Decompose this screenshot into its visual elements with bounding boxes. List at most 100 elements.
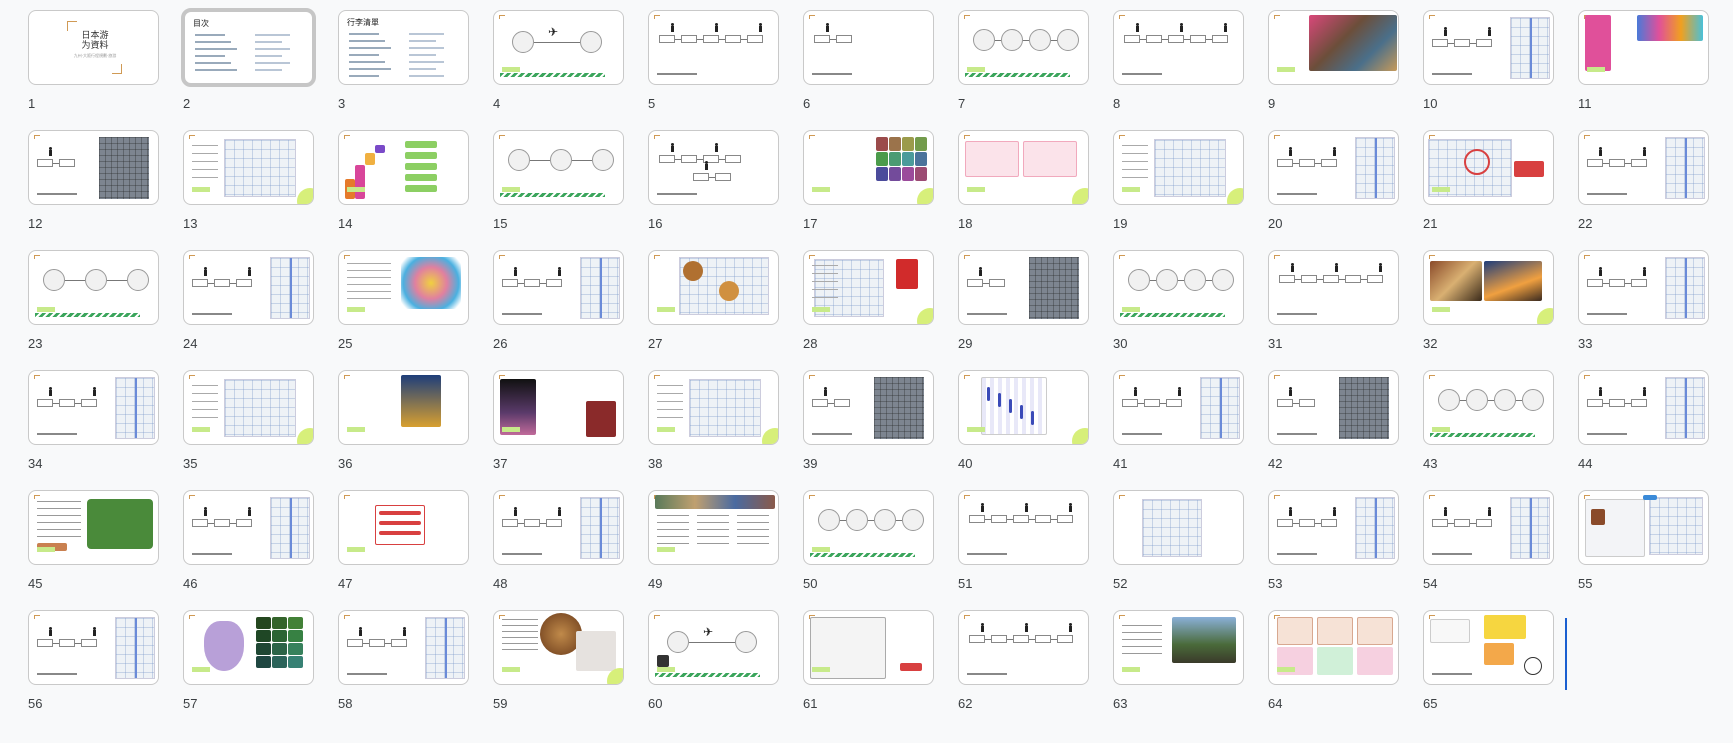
- slide-number: 9: [1268, 96, 1276, 111]
- slide-thumbnail[interactable]: [493, 490, 624, 565]
- slide-thumbnail[interactable]: [1423, 610, 1554, 685]
- map-image: [1510, 17, 1550, 79]
- logo-mark: [964, 135, 970, 139]
- slide-thumbnail[interactable]: [803, 610, 934, 685]
- map-image: [1142, 499, 1202, 557]
- slide-thumbnail[interactable]: [338, 250, 469, 325]
- slide-thumbnail[interactable]: [28, 610, 159, 685]
- slide-thumbnail[interactable]: [183, 250, 314, 325]
- flight-line: [689, 642, 735, 643]
- slide-thumbnail[interactable]: 日本游 为資料 九州·大阪行程規劃·旅游: [28, 10, 159, 85]
- route-stop-box: [1057, 515, 1073, 523]
- slide-thumbnail[interactable]: [338, 610, 469, 685]
- footer-label: [192, 187, 210, 192]
- slide-thumbnail[interactable]: [28, 370, 159, 445]
- slide-thumbnail[interactable]: [803, 10, 934, 85]
- slide-thumbnail[interactable]: [493, 130, 624, 205]
- slide-thumbnail[interactable]: [648, 130, 779, 205]
- slide-thumbnail[interactable]: [1268, 10, 1399, 85]
- slide-thumbnail[interactable]: ✈: [493, 10, 624, 85]
- slide-thumbnail[interactable]: [1113, 250, 1244, 325]
- slide-thumbnail[interactable]: [648, 490, 779, 565]
- destination-node: [735, 631, 757, 653]
- note-line: [812, 289, 838, 290]
- slide-thumbnail[interactable]: [958, 370, 1089, 445]
- route-stop-box: [1013, 515, 1029, 523]
- walk-icon: [714, 143, 719, 152]
- slide-thumbnail[interactable]: [1423, 490, 1554, 565]
- slide-thumbnail[interactable]: [1423, 130, 1554, 205]
- photo-tile: [902, 137, 914, 151]
- slide-thumbnail[interactable]: [1578, 250, 1709, 325]
- slide-thumbnail[interactable]: [493, 370, 624, 445]
- slide-thumbnail[interactable]: [183, 490, 314, 565]
- slide-title: 日本游 为資料: [81, 31, 109, 51]
- slide-thumbnail[interactable]: [183, 610, 314, 685]
- slide-thumbnail[interactable]: [338, 370, 469, 445]
- slide-thumbnail[interactable]: [648, 370, 779, 445]
- slide-thumbnail[interactable]: [28, 250, 159, 325]
- slide-thumbnail[interactable]: [803, 490, 934, 565]
- slide-thumbnail[interactable]: 目次: [181, 8, 316, 87]
- slide-number: 55: [1578, 576, 1593, 591]
- route-stop-box: [502, 519, 518, 527]
- slide-cell: 14: [338, 130, 469, 250]
- slide-thumbnail[interactable]: [493, 250, 624, 325]
- slide-thumbnail[interactable]: [958, 130, 1089, 205]
- slide-thumbnail[interactable]: [183, 130, 314, 205]
- slide-thumbnail[interactable]: 行李清單: [338, 10, 469, 85]
- slide-thumbnail[interactable]: [1268, 250, 1399, 325]
- slide-thumbnail[interactable]: [803, 130, 934, 205]
- slide-thumbnail[interactable]: [28, 490, 159, 565]
- slide-cell: 8: [1113, 10, 1244, 130]
- slide-thumbnail[interactable]: [1578, 490, 1709, 565]
- slide-thumbnail[interactable]: ✈: [648, 610, 779, 685]
- route-stop-box: [725, 35, 741, 43]
- origin-node: [512, 31, 534, 53]
- slide-thumbnail[interactable]: [958, 490, 1089, 565]
- slide-thumbnail[interactable]: [28, 130, 159, 205]
- walk-icon: [1024, 623, 1029, 632]
- slide-caption: [1122, 433, 1162, 435]
- slide-thumbnail[interactable]: [1113, 370, 1244, 445]
- slide-thumbnail[interactable]: [958, 10, 1089, 85]
- route-stop-box: [1587, 399, 1603, 407]
- slide-thumbnail[interactable]: [1423, 10, 1554, 85]
- route-stop-box: [1144, 399, 1160, 407]
- slide-thumbnail[interactable]: [1578, 10, 1709, 85]
- slide-thumbnail[interactable]: [648, 10, 779, 85]
- web-photo: [1591, 509, 1605, 525]
- plane-icon: ✈: [548, 25, 559, 39]
- slide-thumbnail[interactable]: [648, 250, 779, 325]
- toc-entry: [195, 41, 231, 43]
- slide-thumbnail[interactable]: [1113, 610, 1244, 685]
- slide-thumbnail[interactable]: [1113, 130, 1244, 205]
- timetable-mark: [1031, 411, 1034, 425]
- slide-thumbnail[interactable]: [338, 490, 469, 565]
- footer-label: [192, 427, 210, 432]
- slide-thumbnail[interactable]: [1578, 370, 1709, 445]
- slide-thumbnail[interactable]: [338, 130, 469, 205]
- route-stop-box: [1166, 399, 1182, 407]
- slide-thumbnail[interactable]: [493, 610, 624, 685]
- route-stop-box: [546, 279, 562, 287]
- slide-thumbnail[interactable]: [1113, 490, 1244, 565]
- slide-thumbnail[interactable]: [1423, 370, 1554, 445]
- slide-thumbnail[interactable]: [183, 370, 314, 445]
- slide-thumbnail[interactable]: [803, 250, 934, 325]
- slide-thumbnail[interactable]: [1578, 130, 1709, 205]
- slide-thumbnail[interactable]: [1268, 490, 1399, 565]
- slide-thumbnail[interactable]: [1268, 610, 1399, 685]
- slide-thumbnail[interactable]: [958, 250, 1089, 325]
- slide-thumbnail[interactable]: [1423, 250, 1554, 325]
- walk-icon: [1068, 623, 1073, 632]
- logo-mark: [1119, 615, 1125, 619]
- photo-tile: [902, 152, 914, 166]
- slide-thumbnail[interactable]: [958, 610, 1089, 685]
- slide-thumbnail[interactable]: [1268, 370, 1399, 445]
- slide-thumbnail[interactable]: [803, 370, 934, 445]
- footer-label: [812, 307, 830, 312]
- slide-thumbnail[interactable]: [1113, 10, 1244, 85]
- photo-tile: [272, 617, 287, 629]
- slide-thumbnail[interactable]: [1268, 130, 1399, 205]
